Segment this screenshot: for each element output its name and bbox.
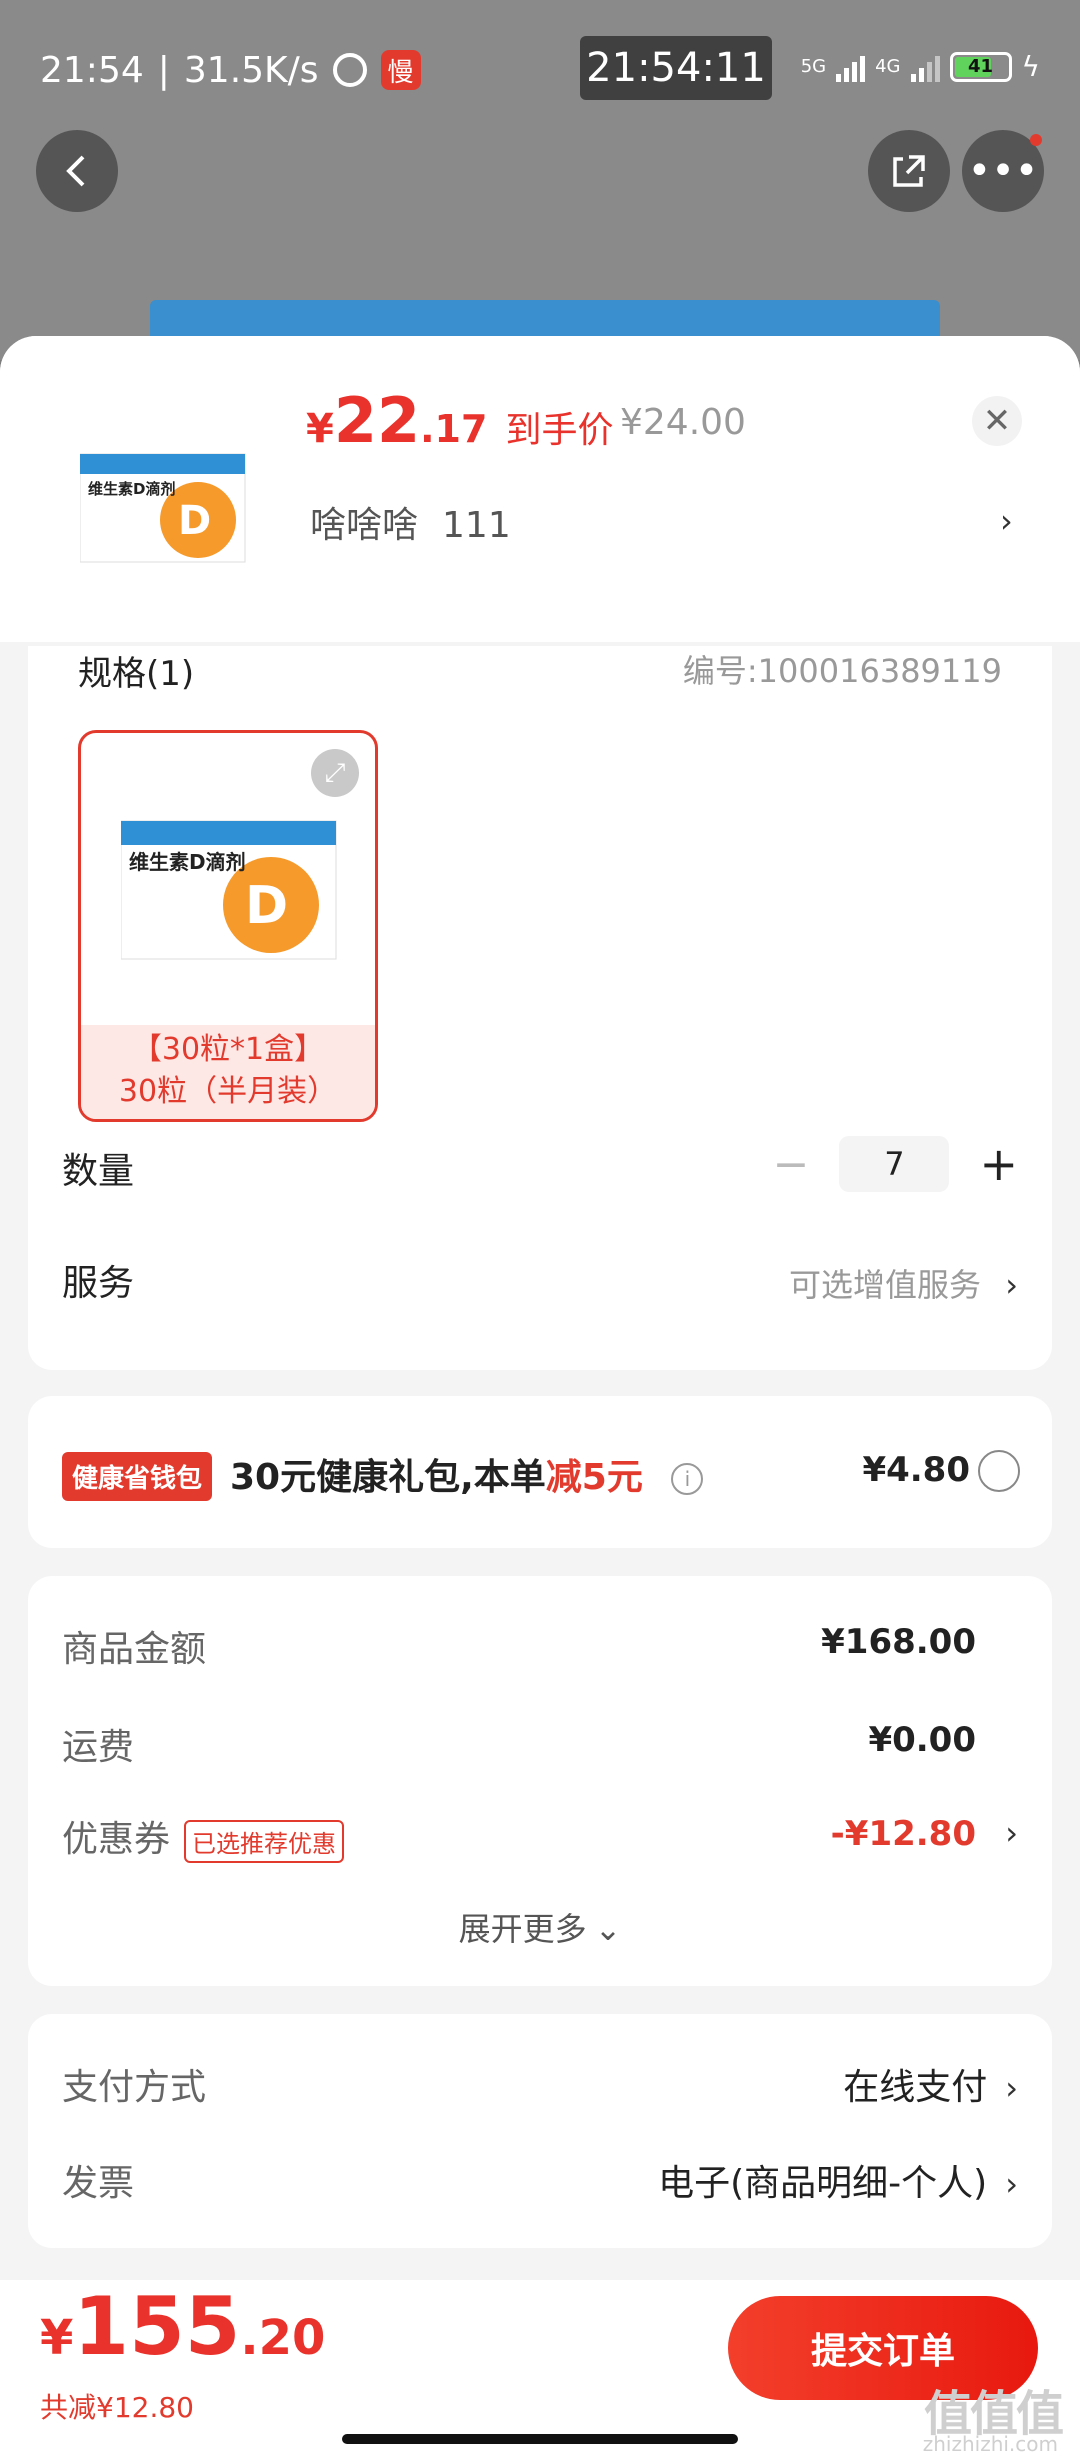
expand-image-icon[interactable]: ⤢ <box>311 749 359 797</box>
spec-option-selected[interactable]: ⤢ D 维生素D滴剂 【30粒*1盒】 30粒（半月装） <box>78 730 378 1122</box>
info-icon[interactable]: i <box>671 1463 704 1495</box>
wallet-price: ¥4.80 <box>862 1450 970 1490</box>
service-label: 服务 <box>62 1263 135 1304</box>
watermark-site: zhizhizhi.com <box>922 2432 1058 2456</box>
svg-text:D: D <box>178 498 211 544</box>
share-icon <box>893 155 925 187</box>
option-product-image: D 维生素D滴剂 <box>121 820 337 960</box>
back-arrow-icon <box>66 155 85 187</box>
signal-4g-icon <box>910 52 940 82</box>
close-button[interactable]: ✕ <box>972 396 1022 446</box>
status-time: 21:54 <box>40 49 144 91</box>
quantity-input[interactable]: 7 <box>839 1136 950 1192</box>
app-notification-icon: 慢 <box>380 50 421 90</box>
chevron-right-icon: › <box>1005 2165 1018 2203</box>
selected-attribute[interactable]: 啥啥啥 111 <box>310 496 511 548</box>
health-wallet-card[interactable]: 健康省钱包 30元健康礼包,本单减5元 i ¥4.80 <box>28 1396 1052 1548</box>
back-button[interactable] <box>36 130 118 212</box>
checkout-bar: ¥ 155 .20 共减¥12.80 提交订单 <box>0 2280 1080 2460</box>
spec-option-label: 【30粒*1盒】 30粒（半月装） <box>81 1025 375 1119</box>
spec-card: 规格(1) 编号:100016389119 ⤢ D 维生素D滴剂 【30粒*1盒… <box>28 646 1052 1370</box>
network-4g-label: 4G <box>875 56 901 77</box>
status-net-speed: 31.5K/s <box>183 49 319 91</box>
status-bar: 21:54 | 31.5K/s 慢 5G 4G 41 ϟ <box>40 49 1040 91</box>
signal-5g-icon <box>836 52 866 82</box>
chevron-down-icon: ⌄ <box>594 1910 622 1948</box>
clock-overlay: 21:54:11 <box>580 36 772 100</box>
home-indicator[interactable] <box>342 2434 738 2444</box>
chevron-right-icon: › <box>1005 2069 1018 2107</box>
invoice-label: 发票 <box>62 2163 135 2204</box>
network-5g-label: 5G <box>800 56 827 77</box>
final-price-label: 到手价 <box>505 410 614 451</box>
svg-text:维生素D滴剂: 维生素D滴剂 <box>129 850 246 874</box>
payment-method-selector[interactable]: 在线支付 › <box>843 2058 1018 2110</box>
increase-button[interactable]: + <box>979 1137 1018 1191</box>
shipping-label: 运费 <box>62 1727 135 1768</box>
coupon-value[interactable]: -¥12.80 <box>831 1814 976 1854</box>
wallet-offer-text: 30元健康礼包,本单减5元 i <box>230 1448 704 1500</box>
more-button[interactable]: ••• <box>962 130 1044 212</box>
more-dots-icon: ••• <box>967 148 1039 194</box>
payment-method-label: 支付方式 <box>62 2067 207 2108</box>
alarm-icon <box>332 53 367 87</box>
total-saved: 共减¥12.80 <box>40 2391 194 2424</box>
final-price: ¥ 22 .17 到手价 <box>306 384 614 457</box>
quantity-stepper: − 7 + <box>773 1136 1018 1192</box>
total-price: ¥ 155 .20 <box>40 2280 326 2373</box>
wallet-badge: 健康省钱包 <box>62 1452 213 1501</box>
product-thumbnail: D 维生素D滴剂 <box>80 453 246 563</box>
coupon-label[interactable]: 优惠券 已选推荐优惠 <box>62 1810 345 1863</box>
purchase-sheet: D 维生素D滴剂 ¥ 22 .17 到手价 ¥24.00 ✕ 啥啥啥 111 › … <box>0 336 1080 2460</box>
share-button[interactable] <box>868 130 950 212</box>
goods-amount-label: 商品金额 <box>62 1629 207 1670</box>
expand-more-button[interactable]: 展开更多 ⌄ <box>28 1904 1052 1950</box>
chevron-right-icon: › <box>1005 1266 1018 1304</box>
product-code: 编号:100016389119 <box>682 652 1002 690</box>
coupon-tag: 已选推荐优惠 <box>184 1819 345 1863</box>
charging-icon: ϟ <box>1021 50 1040 83</box>
service-selector[interactable]: 可选增值服务 › <box>789 1260 1018 1306</box>
shipping-value: ¥0.00 <box>868 1720 976 1760</box>
wallet-radio[interactable] <box>978 1450 1020 1492</box>
chevron-right-icon[interactable]: › <box>1000 502 1013 540</box>
svg-text:D: D <box>245 876 288 936</box>
original-price: ¥24.00 <box>620 402 746 443</box>
decrease-button[interactable]: − <box>773 1139 810 1190</box>
sheet-header: D 维生素D滴剂 ¥ 22 .17 到手价 ¥24.00 ✕ 啥啥啥 111 › <box>0 336 1080 642</box>
invoice-selector[interactable]: 电子(商品明细-个人) › <box>658 2154 1018 2206</box>
battery-icon: 41 <box>949 51 1012 82</box>
payment-card: 支付方式 在线支付 › 发票 电子(商品明细-个人) › <box>28 2014 1052 2248</box>
spec-title: 规格(1) <box>78 654 195 694</box>
chevron-right-icon[interactable]: › <box>1005 1814 1018 1852</box>
quantity-label: 数量 <box>62 1151 135 1192</box>
goods-amount-value: ¥168.00 <box>821 1622 976 1662</box>
order-summary-card: 商品金额 ¥168.00 运费 ¥0.00 优惠券 已选推荐优惠 -¥12.80 … <box>28 1576 1052 1986</box>
notification-dot <box>1030 134 1042 146</box>
svg-text:维生素D滴剂: 维生素D滴剂 <box>88 480 175 498</box>
close-icon: ✕ <box>982 401 1012 441</box>
